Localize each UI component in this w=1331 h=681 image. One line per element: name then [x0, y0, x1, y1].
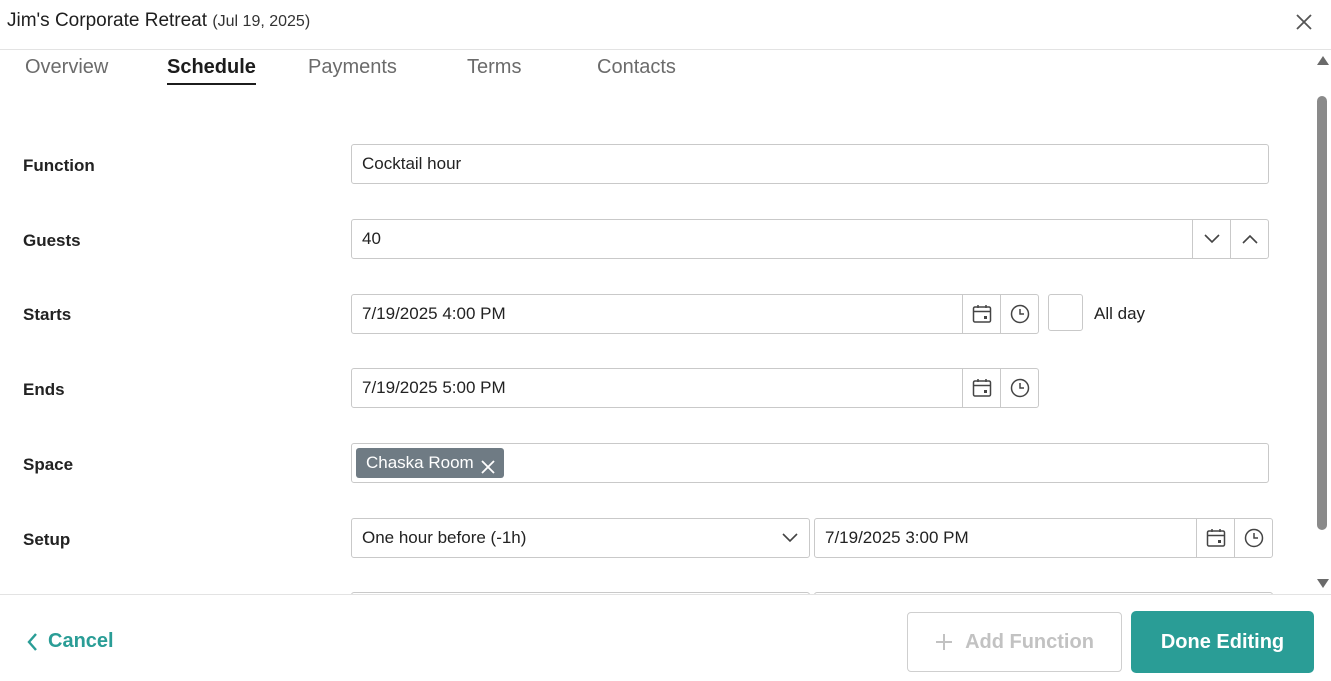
- all-day-label: All day: [1094, 304, 1146, 323]
- vertical-scrollbar[interactable]: [1313, 50, 1331, 594]
- guests-increment-button[interactable]: [1230, 220, 1268, 258]
- setup-offset-value: One hour before (-1h): [362, 528, 527, 547]
- remove-chip-button[interactable]: [480, 455, 496, 474]
- calendar-icon: [1206, 529, 1225, 547]
- scroll-up-arrow-icon[interactable]: [1317, 56, 1329, 65]
- chevron-down-icon: [1203, 234, 1220, 244]
- remove-chip-icon: [481, 460, 495, 474]
- chevron-left-icon: [27, 632, 37, 651]
- ends-datetime-input[interactable]: 7/19/2025 5:00 PM: [351, 368, 1039, 408]
- plus-icon: [936, 634, 953, 650]
- scroll-down-arrow-icon[interactable]: [1317, 579, 1329, 588]
- add-function-label: Add Function: [965, 630, 1094, 653]
- chevron-down-icon: [782, 533, 798, 543]
- add-function-button[interactable]: Add Function: [907, 612, 1122, 672]
- ends-time-button[interactable]: [1000, 369, 1038, 407]
- setup-offset-select[interactable]: One hour before (-1h): [351, 518, 810, 558]
- clock-icon: [1010, 378, 1029, 398]
- ends-calendar-button[interactable]: [962, 369, 1000, 407]
- cancel-label: Cancel: [48, 630, 114, 652]
- starts-calendar-button[interactable]: [962, 295, 1000, 333]
- starts-label: Starts: [23, 305, 72, 324]
- event-name: Jim's Corporate Retreat: [7, 10, 208, 31]
- tab-schedule[interactable]: Schedule: [167, 56, 256, 85]
- setup-time-button[interactable]: [1234, 519, 1272, 557]
- setup-calendar-button[interactable]: [1196, 519, 1234, 557]
- setup-label: Setup: [23, 530, 71, 549]
- calendar-icon: [972, 379, 991, 397]
- clock-icon: [1010, 304, 1029, 324]
- guests-label: Guests: [23, 231, 81, 250]
- space-chip: Chaska Room: [356, 448, 504, 478]
- page-title: Jim's Corporate Retreat (Jul 19, 2025): [7, 10, 310, 32]
- cancel-button[interactable]: Cancel: [26, 630, 114, 653]
- tab-overview[interactable]: Overview: [25, 56, 108, 79]
- all-day-checkbox[interactable]: [1048, 294, 1083, 331]
- function-input[interactable]: Cocktail hour: [351, 144, 1269, 184]
- calendar-icon: [972, 305, 991, 323]
- scroll-thumb[interactable]: [1317, 96, 1327, 530]
- starts-time-button[interactable]: [1000, 295, 1038, 333]
- space-multiselect[interactable]: Chaska Room: [351, 443, 1269, 483]
- tab-contacts[interactable]: Contacts: [597, 56, 676, 79]
- guests-decrement-button[interactable]: [1192, 220, 1230, 258]
- dialog-footer: Cancel Add Function Done Editing: [0, 594, 1331, 681]
- clock-icon: [1244, 528, 1263, 548]
- function-label: Function: [23, 156, 95, 175]
- setup-value: 7/19/2025 3:00 PM: [825, 528, 969, 547]
- ends-label: Ends: [23, 380, 65, 399]
- space-label: Space: [23, 455, 74, 474]
- ends-value: 7/19/2025 5:00 PM: [362, 378, 506, 397]
- guests-stepper[interactable]: 40: [351, 219, 1269, 259]
- tab-bar: Overview Schedule Payments Terms Contact…: [0, 50, 1310, 90]
- chevron-up-icon: [1241, 234, 1258, 244]
- dialog-header: Jim's Corporate Retreat (Jul 19, 2025): [0, 0, 1331, 50]
- tab-payments[interactable]: Payments: [308, 56, 397, 79]
- space-chip-label: Chaska Room: [366, 453, 474, 472]
- guests-value: 40: [362, 229, 381, 248]
- setup-datetime-input[interactable]: 7/19/2025 3:00 PM: [814, 518, 1273, 558]
- done-editing-button[interactable]: Done Editing: [1131, 611, 1314, 673]
- event-date: (Jul 19, 2025): [212, 13, 311, 30]
- tab-terms[interactable]: Terms: [467, 56, 521, 79]
- close-icon: [1296, 14, 1312, 30]
- starts-value: 7/19/2025 4:00 PM: [362, 304, 506, 323]
- close-button[interactable]: [1293, 11, 1315, 33]
- starts-datetime-input[interactable]: 7/19/2025 4:00 PM: [351, 294, 1039, 334]
- schedule-form: Function Cocktail hour Guests 40 Starts …: [0, 90, 1310, 594]
